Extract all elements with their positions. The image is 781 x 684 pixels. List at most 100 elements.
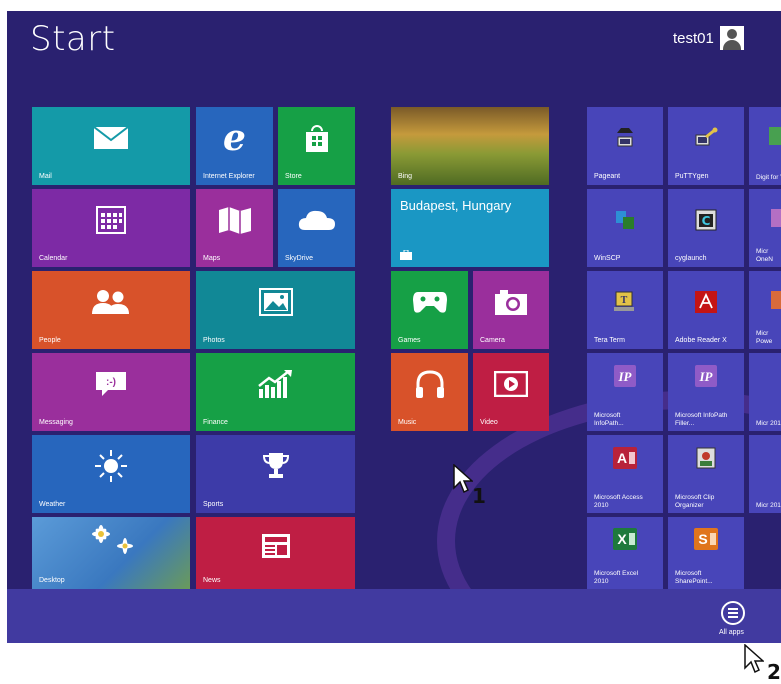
tile-tera-term[interactable]: T Tera Term [587, 271, 663, 349]
all-apps-label[interactable]: All apps [719, 629, 744, 636]
headphones-icon [414, 369, 446, 399]
excel-icon: X [612, 527, 638, 551]
tile-video[interactable]: Video [473, 353, 549, 431]
tile-office-app-b[interactable]: Micr 2010 [749, 435, 781, 513]
photos-icon [258, 288, 293, 317]
tile-adobe-reader[interactable]: Adobe Reader X [668, 271, 744, 349]
tile-label: Desktop [39, 577, 65, 584]
weather-city-label: Budapest, Hungary [400, 198, 512, 213]
mouse-pointer-icon-2 [744, 643, 765, 679]
cyglaunch-icon: C [695, 209, 717, 231]
tile-label: Maps [203, 255, 221, 262]
tile-label: Micr Powe [756, 330, 773, 345]
puttygen-icon [694, 127, 718, 149]
tile-weather[interactable]: Weather [32, 435, 190, 513]
game-controller-icon [412, 290, 448, 314]
tile-skydrive[interactable]: SkyDrive [278, 189, 355, 267]
app-bar: All apps [7, 589, 781, 643]
svg-text:A: A [617, 450, 627, 466]
tile-onenote[interactable]: Micr OneN [749, 189, 781, 267]
mail-icon [93, 126, 129, 150]
tile-photos[interactable]: Photos [196, 271, 355, 349]
trophy-icon [261, 451, 291, 481]
tile-label: Microsoft SharePoint... [675, 570, 713, 585]
tile-access[interactable]: A Microsoft Access 2010 [587, 435, 663, 513]
tile-people[interactable]: People [32, 271, 190, 349]
tile-label: Microsoft InfoPath... [594, 412, 624, 427]
tile-infopath-filler[interactable]: IP Microsoft InfoPath Filler... [668, 353, 744, 431]
tile-label: Calendar [39, 255, 68, 262]
tile-games[interactable]: Games [391, 271, 468, 349]
tile-puttygen[interactable]: PuTTYgen [668, 107, 744, 185]
skydrive-icon [297, 208, 337, 232]
tile-pageant[interactable]: Pageant [587, 107, 663, 185]
tile-label: Micr 2010 [756, 502, 781, 509]
tile-digital-cert[interactable]: Digit for V [749, 107, 781, 185]
camera-icon [494, 288, 528, 316]
tile-label: Microsoft Excel 2010 [594, 570, 639, 585]
tile-calendar[interactable]: Calendar [32, 189, 190, 267]
svg-text:S: S [698, 531, 707, 547]
user-name[interactable]: test01 [673, 30, 714, 47]
tile-label: Music [398, 419, 417, 426]
tile-excel[interactable]: X Microsoft Excel 2010 [587, 517, 663, 589]
tile-label: Micr OneN [756, 248, 773, 263]
tile-finance[interactable]: Finance [196, 353, 355, 431]
callout-number-1: 1 [472, 484, 486, 508]
tile-cyglaunch[interactable]: C cyglaunch [668, 189, 744, 267]
tile-sharepoint[interactable]: S Microsoft SharePoint... [668, 517, 744, 589]
winscp-icon [613, 209, 637, 231]
tile-camera[interactable]: Camera [473, 271, 549, 349]
tile-bing[interactable]: Bing [391, 107, 549, 185]
svg-text:C: C [702, 214, 711, 228]
tile-label: Pageant [594, 173, 621, 180]
tile-label: Sports [203, 501, 224, 508]
access-icon: A [612, 446, 638, 470]
sharepoint-icon: S [693, 527, 719, 551]
tile-desktop[interactable]: Desktop [32, 517, 190, 589]
tile-infopath[interactable]: IP Microsoft InfoPath... [587, 353, 663, 431]
adobe-reader-icon [694, 290, 718, 314]
tile-office-app-a[interactable]: Micr 2010 [749, 353, 781, 431]
svg-text::-): :-) [106, 377, 116, 388]
tile-label: Microsoft Clip Organizer [675, 494, 715, 509]
tile-mail[interactable]: Mail [32, 107, 190, 185]
tile-label: Store [285, 173, 302, 180]
tile-label: News [203, 577, 221, 584]
news-icon [261, 533, 291, 559]
tile-messaging[interactable]: :-) Messaging [32, 353, 190, 431]
svg-text:IP: IP [618, 369, 633, 384]
tile-sports[interactable]: Sports [196, 435, 355, 513]
tera-term-icon: T [613, 291, 637, 313]
tile-label: Micr 2010 [756, 420, 781, 427]
messaging-icon: :-) [94, 370, 128, 398]
powerpoint-icon [771, 291, 781, 309]
tile-label: Games [398, 337, 421, 344]
tile-label: Mail [39, 173, 52, 180]
onenote-icon [771, 209, 781, 227]
tile-label: Camera [480, 337, 505, 344]
clip-organizer-icon [696, 447, 716, 469]
tile-label: Messaging [39, 419, 73, 426]
calendar-icon [96, 206, 126, 235]
tile-label: Microsoft InfoPath Filler... [675, 412, 728, 427]
tile-news[interactable]: News [196, 517, 355, 589]
tile-winscp[interactable]: WinSCP [587, 189, 663, 267]
all-apps-icon[interactable] [721, 601, 745, 625]
tile-music[interactable]: Music [391, 353, 468, 431]
tile-internet-explorer[interactable]: e Internet Explorer [196, 107, 273, 185]
people-icon [91, 289, 131, 315]
callout-number-2: 2 [767, 660, 781, 684]
tile-label: Bing [398, 173, 413, 180]
tile-weather-live[interactable]: Budapest, Hungary [391, 189, 549, 267]
pageant-icon [613, 127, 637, 149]
svg-text:T: T [621, 295, 628, 306]
tile-powerpoint[interactable]: Micr Powe [749, 271, 781, 349]
tile-maps[interactable]: Maps [196, 189, 273, 267]
tile-clip-organizer[interactable]: Microsoft Clip Organizer [668, 435, 744, 513]
tile-label: Photos [203, 337, 225, 344]
user-avatar-icon[interactable] [720, 26, 744, 50]
tile-label: SkyDrive [285, 255, 314, 262]
mouse-pointer-icon [453, 463, 474, 499]
tile-store[interactable]: Store [278, 107, 355, 185]
